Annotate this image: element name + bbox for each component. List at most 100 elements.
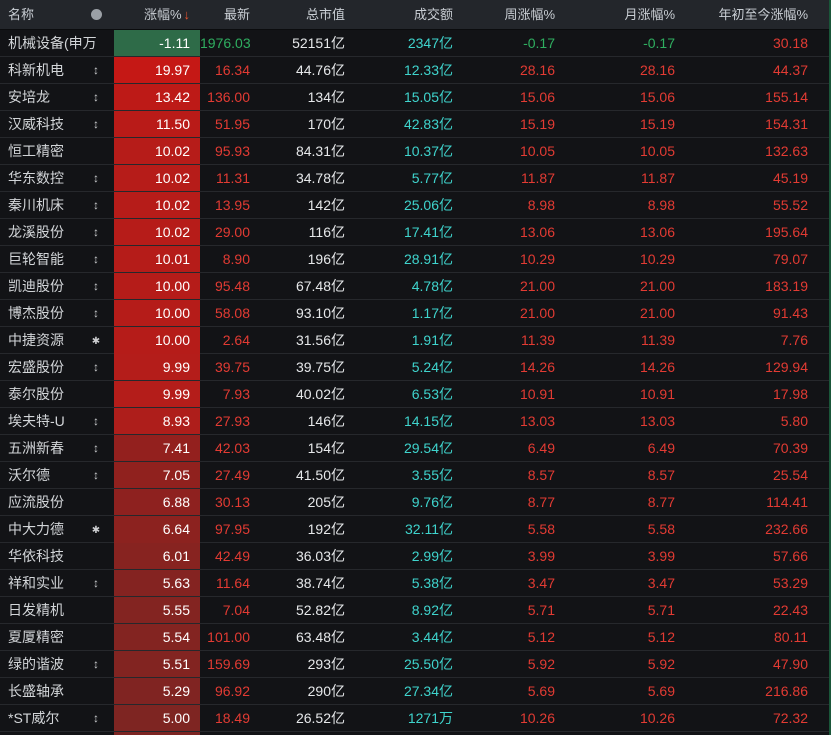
latest-price: 11.64 bbox=[200, 570, 258, 596]
table-row[interactable]: 宏盛股份 ↕ 9.99 39.75 39.75亿 5.24亿 14.26 14.… bbox=[0, 354, 831, 381]
ytd-change: 57.66 bbox=[683, 543, 816, 569]
turnover: 25.06亿 bbox=[353, 192, 461, 218]
market-cap: 84.31亿 bbox=[258, 138, 353, 164]
month-change: 5.12 bbox=[563, 624, 683, 650]
week-change: 10.26 bbox=[461, 705, 563, 731]
table-row[interactable]: 夏厦精密 5.54 101.00 63.48亿 3.44亿 5.12 5.12 … bbox=[0, 624, 831, 651]
header-week-change[interactable]: 周涨幅% bbox=[461, 0, 563, 30]
table-row[interactable]: 绿的谐波 ↕ 5.51 159.69 293亿 25.50亿 5.92 5.92… bbox=[0, 651, 831, 678]
change-cell: 5.51 bbox=[114, 651, 200, 677]
updown-arrow-icon: ↕ bbox=[93, 576, 99, 590]
week-change: 8.77 bbox=[461, 489, 563, 515]
table-row[interactable]: 龙溪股份 ↕ 10.02 29.00 116亿 17.41亿 13.06 13.… bbox=[0, 219, 831, 246]
table-row[interactable]: 长盛轴承 5.29 96.92 290亿 27.34亿 5.69 5.69 21… bbox=[0, 678, 831, 705]
stock-name: 华东数控 bbox=[0, 165, 78, 191]
table-row[interactable]: 五洲新春 ↕ 7.41 42.03 154亿 29.54亿 6.49 6.49 … bbox=[0, 435, 831, 462]
ytd-change: 216.86 bbox=[683, 678, 816, 704]
month-change: 10.29 bbox=[563, 246, 683, 272]
table-row[interactable]: 安培龙 ↕ 13.42 136.00 134亿 15.05亿 15.06 15.… bbox=[0, 84, 831, 111]
table-row[interactable]: 泰尔股份 9.99 7.93 40.02亿 6.53亿 10.91 10.91 … bbox=[0, 381, 831, 408]
week-change: 6.49 bbox=[461, 435, 563, 461]
table-row[interactable]: 华东数控 ↕ 10.02 11.31 34.78亿 5.77亿 11.87 11… bbox=[0, 165, 831, 192]
header-turnover[interactable]: 成交额 bbox=[353, 0, 461, 30]
latest-price: 42.49 bbox=[200, 543, 258, 569]
updown-arrow-icon: ↕ bbox=[93, 225, 99, 239]
stock-name: 绿的谐波 bbox=[0, 651, 78, 677]
star-icon: ✱ bbox=[92, 336, 100, 347]
turnover: 2347亿 bbox=[353, 30, 461, 56]
header-mktcap[interactable]: 总市值 bbox=[258, 0, 353, 30]
table-row[interactable]: 沃尔德 ↕ 7.05 27.49 41.50亿 3.55亿 8.57 8.57 … bbox=[0, 462, 831, 489]
header-month-change[interactable]: 月涨幅% bbox=[563, 0, 683, 30]
stock-name-text: 中大力德 bbox=[8, 516, 64, 542]
header-latest[interactable]: 最新 bbox=[200, 0, 258, 30]
header-ytd-change[interactable]: 年初至今涨幅% bbox=[683, 0, 816, 30]
stock-name: 汉威科技 bbox=[0, 111, 78, 137]
table-row[interactable]: 日发精机 5.55 7.04 52.82亿 8.92亿 5.71 5.71 22… bbox=[0, 597, 831, 624]
market-cap: 52151亿 bbox=[258, 30, 353, 56]
week-change: 5.12 bbox=[461, 624, 563, 650]
table-row[interactable]: 科新机电 ↕ 19.97 16.34 44.76亿 12.33亿 28.16 2… bbox=[0, 57, 831, 84]
table-row[interactable]: 华依科技 6.01 42.49 36.03亿 2.99亿 3.99 3.99 5… bbox=[0, 543, 831, 570]
table-row[interactable]: 秦川机床 ↕ 10.02 13.95 142亿 25.06亿 8.98 8.98… bbox=[0, 192, 831, 219]
table-row[interactable]: 埃夫特-U ↕ 8.93 27.93 146亿 14.15亿 13.03 13.… bbox=[0, 408, 831, 435]
ytd-change: 47.90 bbox=[683, 651, 816, 677]
week-change: 5.92 bbox=[461, 651, 563, 677]
table-row[interactable]: 恒工精密 10.02 95.93 84.31亿 10.37亿 10.05 10.… bbox=[0, 138, 831, 165]
month-change: 8.98 bbox=[563, 192, 683, 218]
month-change: 6.49 bbox=[563, 435, 683, 461]
table-row[interactable]: 应流股份 6.88 30.13 205亿 9.76亿 8.77 8.77 114… bbox=[0, 489, 831, 516]
table-row[interactable]: *ST威尔 ↕ 5.00 18.49 26.52亿 1271万 10.26 10… bbox=[0, 705, 831, 732]
table-row[interactable]: 博杰股份 ↕ 10.00 58.08 93.10亿 1.17亿 21.00 21… bbox=[0, 300, 831, 327]
stock-name: 日发精机 bbox=[0, 597, 78, 623]
change-cell: 10.01 bbox=[114, 246, 200, 272]
ytd-change: 22.43 bbox=[683, 597, 816, 623]
month-change: 13.03 bbox=[563, 408, 683, 434]
table-row[interactable]: 汉威科技 ↕ 11.50 51.95 170亿 42.83亿 15.19 15.… bbox=[0, 111, 831, 138]
header-change[interactable]: 涨幅%↓ bbox=[114, 0, 200, 30]
stock-name-text: 巨轮智能 bbox=[8, 246, 64, 272]
turnover: 32.11亿 bbox=[353, 516, 461, 544]
stock-name: 埃夫特-U bbox=[0, 408, 78, 434]
ytd-change: 155.14 bbox=[683, 84, 816, 110]
ytd-change: 154.31 bbox=[683, 111, 816, 137]
latest-price: 95.48 bbox=[200, 273, 258, 299]
week-change: 10.91 bbox=[461, 381, 563, 407]
ytd-change: 195.64 bbox=[683, 219, 816, 245]
turnover: 5.38亿 bbox=[353, 570, 461, 596]
updown-arrow-icon: ↕ bbox=[93, 360, 99, 374]
turnover: 1.17亿 bbox=[353, 300, 461, 326]
header-dot[interactable] bbox=[78, 0, 114, 30]
table-row[interactable]: 机械设备(申万 -1.11 1976.03 52151亿 2347亿 -0.17… bbox=[0, 30, 831, 57]
table-row[interactable]: 祥和实业 ↕ 5.63 11.64 38.74亿 5.38亿 3.47 3.47… bbox=[0, 570, 831, 597]
table-row[interactable]: 中捷资源 ✱ 10.00 2.64 31.56亿 1.91亿 11.39 11.… bbox=[0, 327, 831, 354]
ytd-change: 5.80 bbox=[683, 408, 816, 434]
latest-price: 159.69 bbox=[200, 651, 258, 677]
month-change: 3.47 bbox=[563, 570, 683, 596]
updown-arrow-icon: ↕ bbox=[93, 414, 99, 428]
ytd-change: 72.32 bbox=[683, 705, 816, 731]
turnover: 42.83亿 bbox=[353, 111, 461, 137]
week-change: 14.26 bbox=[461, 354, 563, 380]
week-change: 15.06 bbox=[461, 84, 563, 110]
market-cap: 38.74亿 bbox=[258, 570, 353, 596]
ytd-change: 55.52 bbox=[683, 192, 816, 218]
market-cap: 36.03亿 bbox=[258, 543, 353, 569]
table-row[interactable]: 巨轮智能 ↕ 10.01 8.90 196亿 28.91亿 10.29 10.2… bbox=[0, 246, 831, 273]
market-cap: 40.02亿 bbox=[258, 381, 353, 407]
star-icon: ✱ bbox=[92, 525, 100, 536]
stock-name-text: 日发精机 bbox=[8, 597, 64, 623]
turnover: 17.41亿 bbox=[353, 219, 461, 245]
market-cap: 116亿 bbox=[258, 219, 353, 245]
updown-arrow-icon: ↕ bbox=[93, 63, 99, 77]
latest-price: 30.13 bbox=[200, 489, 258, 515]
table-row[interactable]: 中大力德 ✱ 6.64 97.95 192亿 32.11亿 5.58 5.58 … bbox=[0, 516, 831, 543]
latest-price: 97.95 bbox=[200, 516, 258, 544]
ytd-change: 183.19 bbox=[683, 273, 816, 299]
header-name[interactable]: 名称 bbox=[0, 0, 78, 30]
market-cap: 26.52亿 bbox=[258, 705, 353, 731]
change-cell: 10.00 bbox=[114, 273, 200, 299]
market-cap: 142亿 bbox=[258, 192, 353, 218]
ytd-change: 44.37 bbox=[683, 57, 816, 83]
table-row[interactable]: 凯迪股份 ↕ 10.00 95.48 67.48亿 4.78亿 21.00 21… bbox=[0, 273, 831, 300]
